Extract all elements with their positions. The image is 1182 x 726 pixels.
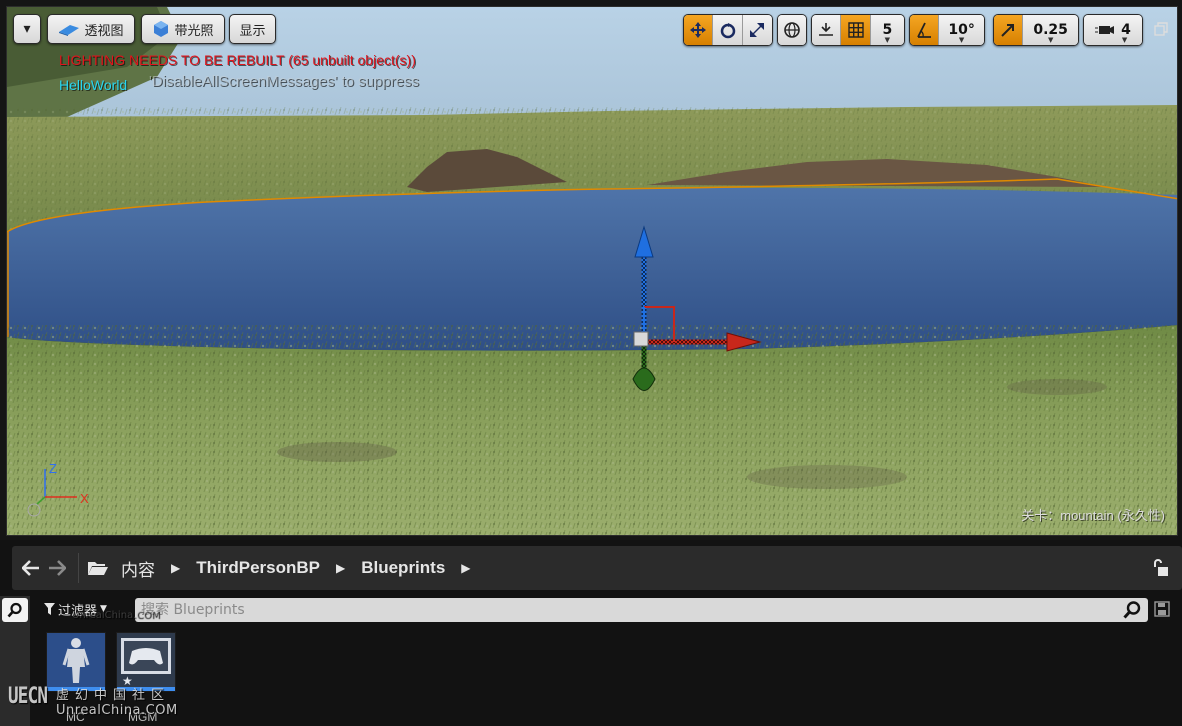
- angle-icon: [917, 22, 932, 38]
- sources-search-button[interactable]: [2, 598, 28, 622]
- save-search-icon[interactable]: [1154, 601, 1170, 617]
- breadcrumb-blueprints[interactable]: Blueprints: [361, 558, 445, 578]
- transform-mode-group: [683, 14, 773, 46]
- scale-icon: [750, 23, 765, 37]
- back-button[interactable]: [18, 553, 44, 583]
- viewport-options-button[interactable]: ▾: [13, 14, 41, 44]
- arrow-right-icon: [49, 560, 66, 576]
- breadcrumb-chevron-icon[interactable]: ▶: [336, 561, 345, 575]
- scale-mode-button[interactable]: [742, 15, 772, 45]
- rotation-snap-value[interactable]: 10° ▼: [939, 15, 984, 45]
- axis-x-label: X: [80, 491, 89, 506]
- funnel-icon: [44, 603, 55, 615]
- breadcrumb-content[interactable]: 内容: [121, 556, 155, 581]
- gamemode-controller-icon: ★: [117, 633, 175, 688]
- breadcrumb-thirdpersonbp[interactable]: ThirdPersonBP: [196, 558, 320, 578]
- coordinate-space-group: [777, 14, 807, 46]
- perspective-button[interactable]: 透视图: [47, 14, 135, 44]
- breadcrumb-chevron-icon[interactable]: ▶: [461, 561, 470, 575]
- maximize-viewport-button[interactable]: [1153, 21, 1169, 37]
- translate-mode-button[interactable]: [684, 15, 714, 45]
- world-space-button[interactable]: [778, 15, 806, 45]
- lit-mode-button[interactable]: 带光照: [141, 14, 225, 44]
- show-button[interactable]: 显示: [229, 14, 276, 44]
- lit-mode-label: 带光照: [174, 23, 214, 39]
- breadcrumb-chevron-icon[interactable]: ▶: [171, 561, 180, 575]
- forward-button[interactable]: [44, 553, 70, 583]
- scale-snap-group: 0.25 ▼: [993, 14, 1079, 46]
- chevron-down-icon: ▼: [884, 36, 891, 44]
- suppress-message: 'DisableAllScreenMessages' to suppress: [149, 73, 420, 90]
- arrow-left-icon: [22, 560, 39, 576]
- rotate-icon: [720, 23, 735, 39]
- restore-icon: [1154, 22, 1168, 36]
- chevron-down-icon: ▼: [958, 36, 965, 44]
- mannequin-icon: [47, 633, 105, 687]
- path-bar: 内容 ▶ ThirdPersonBP ▶ Blueprints ▶: [12, 546, 1182, 590]
- scale-snap-toggle[interactable]: [994, 15, 1024, 45]
- watermark-url: UnrealChina.COM: [56, 703, 178, 718]
- lighting-warning: LIGHTING NEEDS TO BE REBUILT (65 unbuilt…: [59, 52, 416, 68]
- show-label: 显示: [239, 23, 266, 39]
- search-icon: [7, 602, 22, 618]
- scale-snap-icon: [1001, 24, 1015, 37]
- chevron-down-icon: ▼: [1121, 36, 1128, 44]
- rotation-snap-toggle[interactable]: [910, 15, 940, 45]
- hello-world-message: HelloWorld: [59, 77, 128, 93]
- asset-tile-mgm[interactable]: ★: [116, 632, 176, 692]
- divider: [78, 553, 79, 583]
- perspective-label: 透视图: [84, 23, 124, 39]
- grid-snap-group: 5 ▼: [811, 14, 905, 46]
- asset-search-box[interactable]: [135, 598, 1148, 622]
- watermark-logo: UECN: [8, 684, 48, 709]
- editor-window: Z X ▾ 透视图 带光照 显示 5 ▼ 10° ▼ 0.25 ▼ 4 ▼ 'D…: [0, 0, 1182, 726]
- camera-icon: [1095, 26, 1115, 34]
- rotation-snap-group: 10° ▼: [909, 14, 985, 46]
- axis-z-label: Z: [49, 461, 57, 476]
- asset-search-input[interactable]: [141, 602, 1101, 618]
- surface-snap-button[interactable]: [812, 15, 842, 45]
- watermark-chinese: 虚幻中国社区: [56, 688, 171, 703]
- surface-snap-icon: [819, 23, 834, 36]
- scale-snap-value[interactable]: 0.25 ▼: [1023, 15, 1078, 45]
- perspective-icon: [59, 25, 80, 36]
- grid-snap-value[interactable]: 5 ▼: [870, 15, 904, 45]
- rotate-mode-button[interactable]: [713, 15, 743, 45]
- grid-snap-toggle[interactable]: [841, 15, 871, 45]
- globe-icon: [784, 22, 800, 38]
- lit-sphere-icon: [154, 21, 169, 37]
- level-viewport[interactable]: Z X ▾ 透视图 带光照 显示 5 ▼ 10° ▼ 0.25 ▼ 4 ▼ 'D…: [6, 6, 1178, 536]
- camera-speed-group: 4 ▼: [1083, 14, 1143, 46]
- watermark-faint-url: UnrealChina.COM: [72, 610, 160, 621]
- search-icon[interactable]: [1122, 600, 1142, 620]
- lock-icon[interactable]: [1152, 558, 1170, 578]
- current-level-label: 关卡：mountain (永久性): [1021, 508, 1165, 523]
- chevron-down-icon: ▾: [23, 21, 31, 37]
- chevron-down-icon: ▼: [1047, 36, 1054, 44]
- grid-icon: [847, 22, 864, 38]
- content-browser: 内容 ▶ ThirdPersonBP ▶ Blueprints ▶ 过滤器 ▼: [0, 540, 1182, 726]
- camera-speed-button[interactable]: 4 ▼: [1084, 15, 1142, 45]
- folder-open-icon: [88, 562, 108, 575]
- move-icon: [690, 22, 707, 38]
- asset-tile-mc[interactable]: [46, 632, 106, 692]
